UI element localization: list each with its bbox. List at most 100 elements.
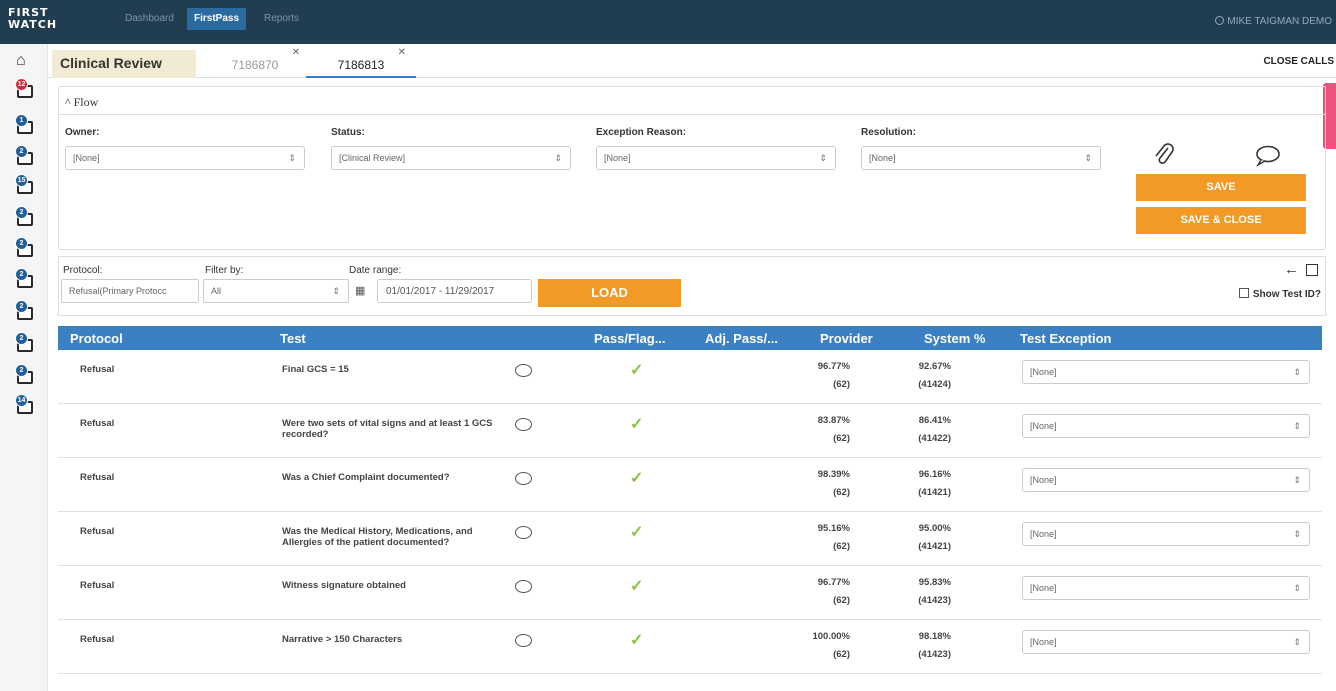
save-close-button[interactable]: SAVE & CLOSE <box>1136 207 1306 234</box>
sidebar-call-icon[interactable]: 1 <box>15 114 37 136</box>
protocol-cell: Refusal <box>80 526 115 537</box>
sidebar-call-icon[interactable]: 15 <box>15 174 37 196</box>
select-arrow-icon: ⇕ <box>1293 583 1301 593</box>
protocol-label: Protocol: <box>63 265 103 276</box>
close-tab-icon[interactable]: ✕ <box>292 39 300 67</box>
test-exception-select[interactable]: [None] ⇕ <box>1022 630 1310 654</box>
col-provider[interactable]: Provider <box>820 331 873 346</box>
select-arrow-icon: ⇕ <box>1293 367 1301 377</box>
call-badge: 2 <box>15 364 28 377</box>
call-badge: 2 <box>15 206 28 219</box>
system-count: (41421) <box>918 487 951 498</box>
sidebar-call-icon[interactable]: 14 <box>15 394 37 416</box>
system-pct: 96.16% <box>918 469 951 480</box>
sidebar-call-icon[interactable]: 2 <box>15 364 37 386</box>
comment-icon[interactable] <box>1255 145 1281 167</box>
test-exception-value: [None] <box>1030 367 1057 377</box>
owner-label: Owner: <box>65 127 100 138</box>
col-protocol[interactable]: Protocol <box>70 331 123 346</box>
load-button[interactable]: LOAD <box>538 279 681 307</box>
status-select[interactable]: [Clinical Review] ⇕ <box>331 146 571 170</box>
filter-by-value: All <box>211 286 222 296</box>
system-count: (41423) <box>918 595 951 606</box>
tab-clinical-review[interactable]: Clinical Review <box>52 50 196 78</box>
test-exception-select[interactable]: [None] ⇕ <box>1022 522 1310 546</box>
sidebar-call-icon[interactable]: 2 <box>15 145 37 167</box>
comment-icon[interactable] <box>515 580 532 593</box>
nav-dashboard[interactable]: Dashboard <box>118 8 181 30</box>
sidebar-call-icon[interactable]: 2 <box>15 268 37 290</box>
protocol-cell: Refusal <box>80 364 115 375</box>
user-name: MIKE TAIGMAN DEMO <box>1227 16 1332 27</box>
col-pass-flag[interactable]: Pass/Flag... <box>594 331 666 346</box>
call-badge: 2 <box>15 237 28 250</box>
user-menu[interactable]: MIKE TAIGMAN DEMO <box>1215 16 1332 27</box>
sidebar-call-icon[interactable]: 12 <box>15 78 37 100</box>
test-exception-select[interactable]: [None] ⇕ <box>1022 360 1310 384</box>
col-adj-pass[interactable]: Adj. Pass/... <box>705 331 778 346</box>
table-row[interactable]: Refusal Were two sets of vital signs and … <box>58 404 1322 458</box>
test-cell: Witness signature obtained <box>282 580 406 591</box>
table-row[interactable]: Refusal Witness signature obtained ✓ 96.77%… <box>58 566 1322 620</box>
test-exception-select[interactable]: [None] ⇕ <box>1022 576 1310 600</box>
comment-icon[interactable] <box>515 526 532 539</box>
sidebar-call-icon[interactable]: 2 <box>15 237 37 259</box>
close-calls-button[interactable]: CLOSE CALLS <box>1263 56 1334 67</box>
comment-icon[interactable] <box>515 634 532 647</box>
record-tab-1[interactable]: 7186870 ✕ <box>200 47 310 78</box>
sidebar-call-icon[interactable]: 2 <box>15 206 37 228</box>
table-row[interactable]: Refusal Was the Medical History, Medicati… <box>58 512 1322 566</box>
flow-header[interactable]: ^ Flow <box>59 87 1325 115</box>
protocol-select[interactable]: Refusal(Primary Protocc <box>61 279 199 303</box>
owner-select[interactable]: [None] ⇕ <box>65 146 305 170</box>
test-exception-value: [None] <box>1030 475 1057 485</box>
select-arrow-icon: ⇕ <box>1293 529 1301 539</box>
pass-check-icon: ✓ <box>630 416 644 433</box>
close-tab-icon[interactable]: ✕ <box>398 39 406 67</box>
paperclip-icon[interactable] <box>1153 143 1175 169</box>
save-button[interactable]: SAVE <box>1136 174 1306 201</box>
col-test-exception[interactable]: Test Exception <box>1020 331 1112 346</box>
nav-reports[interactable]: Reports <box>257 8 306 30</box>
calendar-icon[interactable]: ▦ <box>355 284 365 297</box>
filter-panel: Protocol: Refusal(Primary Protocc Filter… <box>58 256 1326 316</box>
filter-by-label: Filter by: <box>205 265 244 276</box>
col-system[interactable]: System % <box>924 331 985 346</box>
provider-count: (62) <box>833 595 850 606</box>
resolution-select[interactable]: [None] ⇕ <box>861 146 1101 170</box>
date-range-input[interactable]: 01/01/2017 - 11/29/2017 <box>377 279 532 303</box>
call-badge: 12 <box>15 78 28 91</box>
test-exception-select[interactable]: [None] ⇕ <box>1022 468 1310 492</box>
status-value: [Clinical Review] <box>339 153 406 163</box>
table-header: Protocol Test Pass/Flag... Adj. Pass/...… <box>58 326 1322 350</box>
filter-by-select[interactable]: All ⇕ <box>203 279 349 303</box>
nav-firstpass[interactable]: FirstPass <box>187 8 247 30</box>
table-row[interactable]: Refusal Final GCS = 15 ✓ 96.77% (62) 92.67% (4… <box>58 350 1322 404</box>
col-test[interactable]: Test <box>280 331 306 346</box>
protocol-cell: Refusal <box>80 634 115 645</box>
comment-icon[interactable] <box>515 418 532 431</box>
select-arrow-icon: ⇕ <box>1293 475 1301 485</box>
show-test-id-checkbox[interactable] <box>1238 288 1249 298</box>
sidebar: ⌂ 12 1 2 15 2 2 2 2 2 2 14 <box>0 44 48 691</box>
exception-reason-select[interactable]: [None] ⇕ <box>596 146 836 170</box>
tab-bar: Clinical Review 7186870 ✕ 7186813 ✕ CLOSE … <box>48 44 1336 78</box>
back-arrow-icon[interactable]: ← <box>1284 261 1299 278</box>
sidebar-call-icon[interactable]: 2 <box>15 300 37 322</box>
pass-check-icon: ✓ <box>630 470 644 487</box>
record-tab-2[interactable]: 7186813 ✕ <box>306 47 416 78</box>
top-bar: FIRST WATCH Dashboard FirstPass Reports … <box>0 0 1336 44</box>
home-icon[interactable]: ⌂ <box>16 52 26 70</box>
comment-icon[interactable] <box>515 364 532 377</box>
test-cell: Narrative > 150 Characters <box>282 634 403 645</box>
sidebar-call-icon[interactable]: 2 <box>15 332 37 354</box>
show-test-id-toggle[interactable]: Show Test ID? <box>1238 288 1321 300</box>
test-exception-select[interactable]: [None] ⇕ <box>1022 414 1310 438</box>
system-count: (41424) <box>918 379 951 390</box>
system-pct: 95.83% <box>918 577 951 588</box>
comment-icon[interactable] <box>515 472 532 485</box>
table-row[interactable]: Refusal Narrative > 150 Characters ✓ 100.00… <box>58 620 1322 674</box>
expand-icon[interactable] <box>1306 264 1318 276</box>
provider-pct: 96.77% <box>817 361 850 372</box>
table-row[interactable]: Refusal Was a Chief Complaint documented?… <box>58 458 1322 512</box>
